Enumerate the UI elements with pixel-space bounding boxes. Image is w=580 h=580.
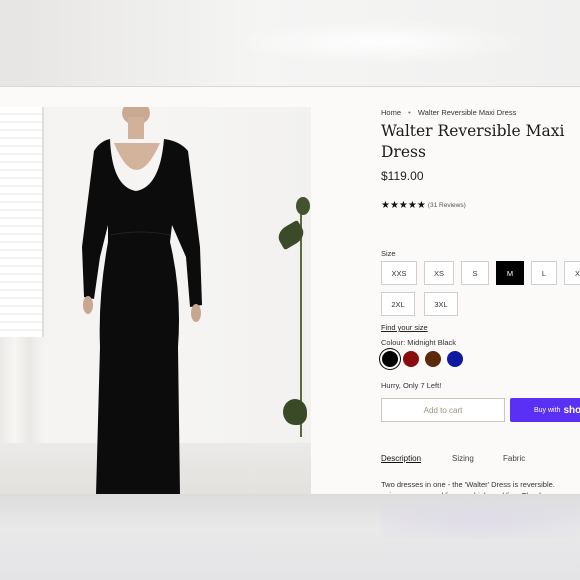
- size-option-s[interactable]: S: [461, 261, 489, 285]
- blurred-background-top: [0, 0, 580, 86]
- breadcrumb: Home • Walter Reversible Maxi Dress: [381, 108, 516, 117]
- find-your-size-link[interactable]: Find your size: [381, 323, 428, 332]
- colour-swatch-red[interactable]: [403, 351, 419, 367]
- rating-stars-icon: ★★★★★: [381, 200, 426, 211]
- tab-fabric[interactable]: Fabric: [503, 454, 525, 463]
- size-option-3xl[interactable]: 3XL: [424, 292, 458, 316]
- description-line: Two dresses in one - the 'Walter' Dress …: [381, 480, 555, 489]
- product-page-screenshot: Home • Walter Reversible Maxi Dress Walt…: [0, 86, 580, 500]
- window-blinds: [0, 107, 44, 347]
- colour-swatch-black[interactable]: [382, 351, 398, 367]
- buy-with-label: Buy with: [534, 406, 561, 414]
- review-count[interactable]: (31 Reviews): [428, 202, 466, 209]
- tab-sizing[interactable]: Sizing: [452, 454, 474, 463]
- breadcrumb-home[interactable]: Home: [381, 108, 401, 117]
- breadcrumb-separator: •: [408, 108, 411, 117]
- product-price: $119.00: [381, 169, 424, 183]
- model-in-dress: [82, 107, 202, 495]
- breadcrumb-current: Walter Reversible Maxi Dress: [417, 108, 517, 117]
- plant-leaf: [296, 197, 310, 215]
- add-to-cart-button[interactable]: Add to cart: [381, 398, 505, 422]
- blurred-background-bottom: [0, 494, 580, 580]
- colour-label: Colour: Midnight Black: [381, 338, 457, 347]
- shop-pay-button[interactable]: Buy with sho: [510, 398, 580, 422]
- tab-description[interactable]: Description: [381, 454, 421, 463]
- plant-leaf: [283, 399, 307, 425]
- size-option-2xl[interactable]: 2XL: [381, 292, 415, 316]
- rating[interactable]: ★★★★★ (31 Reviews): [381, 200, 466, 211]
- size-option-xxs[interactable]: XXS: [381, 261, 417, 285]
- colour-swatch-blue[interactable]: [447, 351, 463, 367]
- plant-leaf: [274, 219, 308, 251]
- size-option-m[interactable]: M: [496, 261, 524, 285]
- stock-notice: Hurry, Only 7 Left!: [381, 381, 442, 390]
- shop-logo-icon: sho: [563, 404, 580, 416]
- size-option-l[interactable]: L: [531, 261, 557, 285]
- product-title: Walter Reversible Maxi Dress: [381, 122, 565, 161]
- size-option-xl[interactable]: X: [564, 261, 580, 285]
- product-info-panel: Home • Walter Reversible Maxi Dress Walt…: [381, 87, 580, 500]
- colour-swatch-brown[interactable]: [425, 351, 441, 367]
- size-option-xs[interactable]: XS: [424, 261, 454, 285]
- product-photo[interactable]: [0, 107, 311, 495]
- size-label: Size: [381, 249, 396, 258]
